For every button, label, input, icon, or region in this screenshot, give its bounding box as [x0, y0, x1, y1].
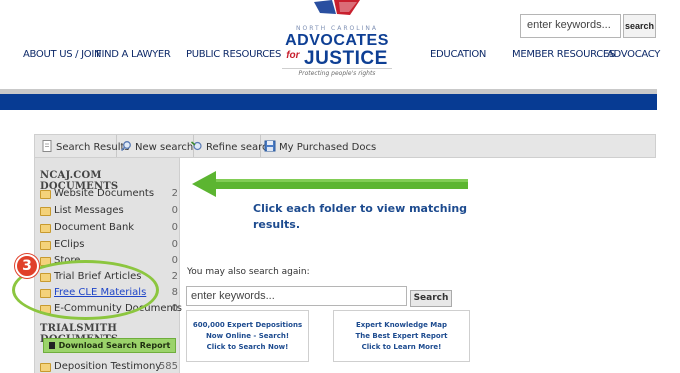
folder-count: 585 — [158, 361, 178, 372]
logo-state: NORTH CAROLINA — [296, 25, 378, 32]
header-blue-bar — [0, 94, 657, 110]
search-again-input[interactable]: enter keywords... — [186, 286, 407, 306]
folder-website-documents[interactable]: Website Documents 2 — [40, 188, 178, 201]
tab-new-search[interactable]: New search — [120, 135, 194, 157]
instruction-text: Click each folder to view matching resul… — [253, 202, 468, 231]
refine-icon — [191, 141, 202, 151]
promo-line: 600,000 Expert Depositions — [192, 321, 303, 329]
download-search-report-button[interactable]: Download Search Report — [43, 338, 176, 353]
tab-search-results[interactable]: Search Results — [41, 135, 130, 157]
promo-line: Click to Learn More! — [361, 343, 442, 351]
nav-about-us[interactable]: ABOUT US / JOIN — [23, 49, 101, 60]
tab-refine-search[interactable]: Refine search — [191, 135, 274, 157]
search-again-button[interactable]: Search — [410, 290, 452, 307]
folder-label: EClips — [54, 239, 85, 250]
results-toolbar: Search Results New search Refine search … — [34, 134, 656, 158]
tab-my-purchased-docs-label: My Purchased Docs — [279, 142, 377, 153]
promo-line: The Best Expert Report — [355, 332, 448, 340]
folder-icon — [40, 363, 51, 372]
promo-line: Click to Search Now! — [206, 343, 289, 351]
keyword-search-input[interactable]: enter keywords... — [520, 14, 621, 38]
folder-label: Website Documents — [54, 188, 155, 199]
tab-search-results-label: Search Results — [56, 142, 130, 153]
promo-line: Expert Knowledge Map — [355, 321, 448, 329]
magnifier-icon — [120, 141, 131, 152]
floppy-disk-icon — [264, 140, 276, 152]
ncaj-logo[interactable]: NORTH CAROLINA ADVOCATES for JUSTICE Pro… — [282, 0, 392, 85]
folder-count: 0 — [171, 205, 178, 216]
search-again-label: You may also search again: — [187, 267, 310, 277]
folder-count: 2 — [171, 188, 178, 199]
nav-find-a-lawyer[interactable]: FIND A LAWYER — [96, 49, 171, 60]
folder-count: 2 — [171, 271, 178, 282]
folder-eclips[interactable]: EClips 0 — [40, 239, 178, 252]
folder-count: 0 — [171, 255, 178, 266]
flag-graphic-icon — [314, 0, 360, 15]
folder-icon — [40, 241, 51, 250]
folder-label: List Messages — [54, 205, 124, 216]
folder-label: Deposition Testimony — [54, 361, 162, 372]
expert-knowledge-map-promo[interactable]: Expert Knowledge Map The Best Expert Rep… — [333, 310, 470, 362]
step-number-badge: 3 — [15, 254, 39, 278]
folder-list-messages[interactable]: List Messages 0 — [40, 205, 178, 218]
nav-education[interactable]: EDUCATION — [430, 49, 486, 60]
nav-member-resources[interactable]: MEMBER RESOURCES — [512, 49, 615, 60]
folder-count: 8 — [171, 287, 178, 298]
tab-my-purchased-docs[interactable]: My Purchased Docs — [264, 135, 377, 157]
folder-count: 0 — [171, 303, 178, 314]
folder-document-bank[interactable]: Document Bank 0 — [40, 222, 178, 235]
folder-count: 0 — [171, 222, 178, 233]
promo-line: Now Online - Search! — [205, 332, 290, 340]
search-button[interactable]: search — [623, 14, 656, 38]
green-arrow-icon — [192, 171, 468, 197]
folder-icon — [40, 207, 51, 216]
nav-public-resources[interactable]: PUBLIC RESOURCES — [186, 49, 281, 60]
folder-deposition-testimony[interactable]: Deposition Testimony 585 — [40, 361, 178, 373]
download-icon — [48, 342, 55, 349]
folder-count: 0 — [171, 239, 178, 250]
tab-new-search-label: New search — [135, 142, 194, 153]
folder-icon — [40, 190, 51, 199]
nav-advocacy[interactable]: ADVOCACY — [607, 49, 660, 60]
main-nav: ABOUT US / JOIN FIND A LAWYER PUBLIC RES… — [0, 49, 680, 71]
folder-icon — [40, 224, 51, 233]
expert-depositions-promo[interactable]: 600,000 Expert Depositions Now Online - … — [186, 310, 309, 362]
download-button-label: Download Search Report — [58, 341, 171, 350]
document-icon — [42, 140, 52, 152]
folder-label: Document Bank — [54, 222, 135, 233]
